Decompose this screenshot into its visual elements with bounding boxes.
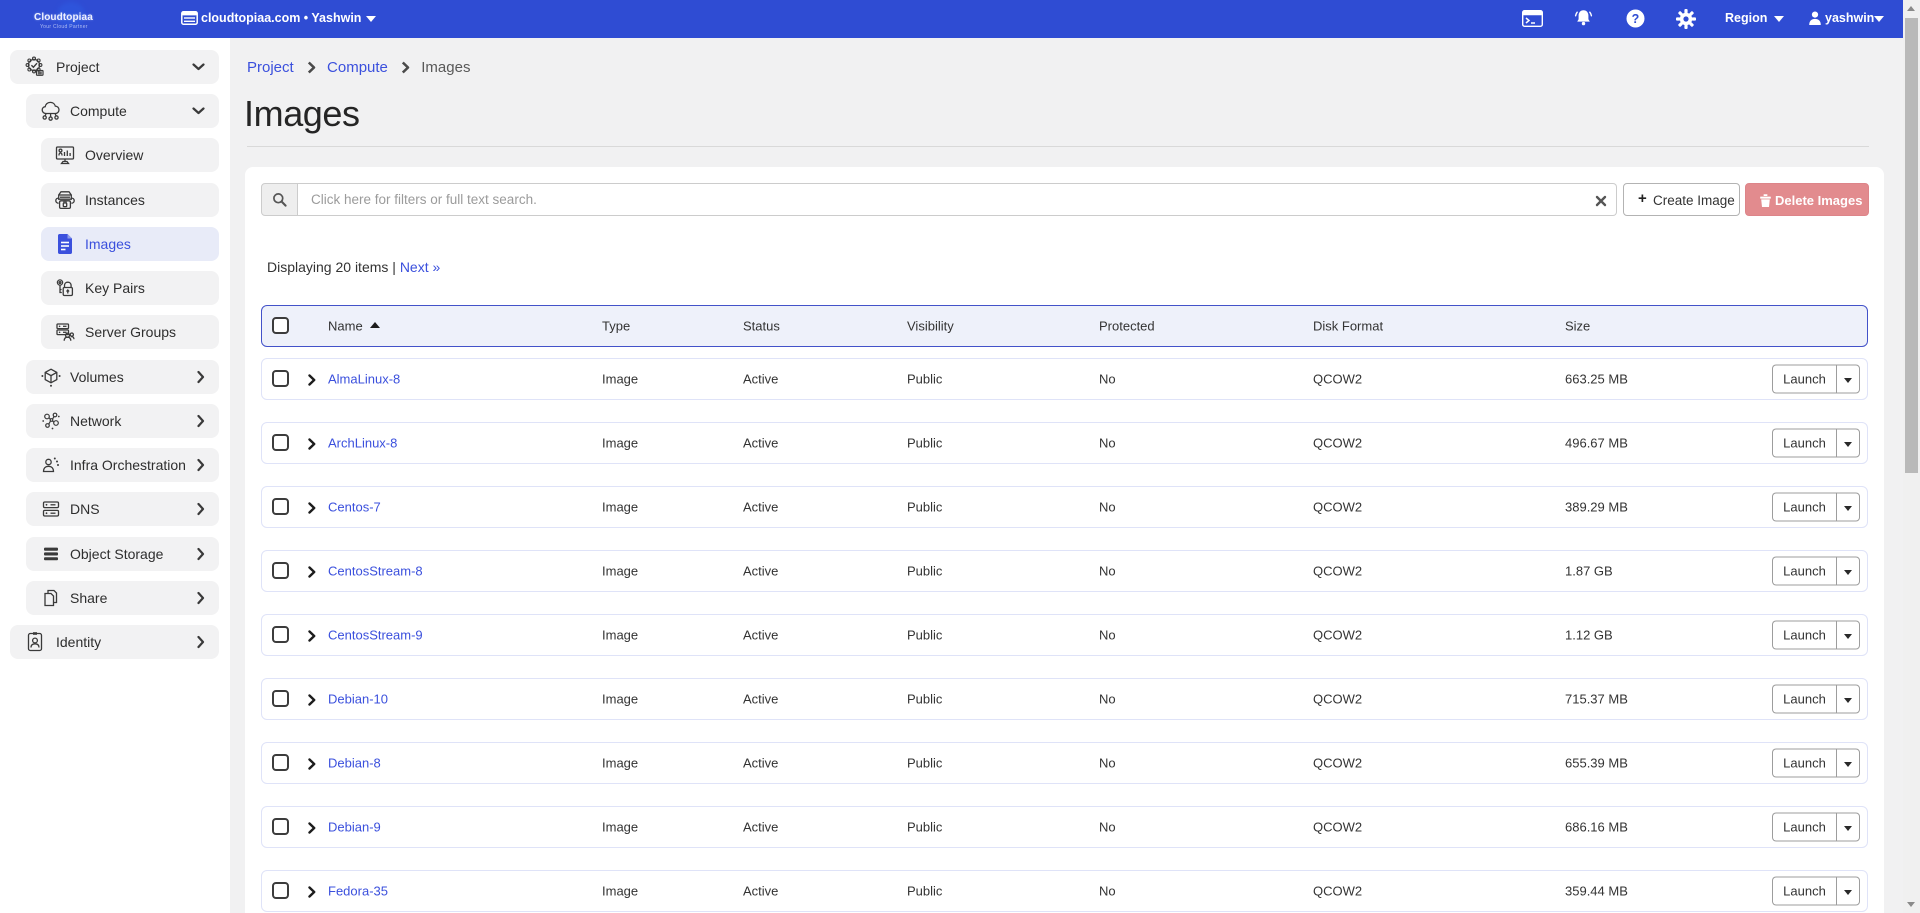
svg-text:?: ? <box>1632 12 1640 26</box>
